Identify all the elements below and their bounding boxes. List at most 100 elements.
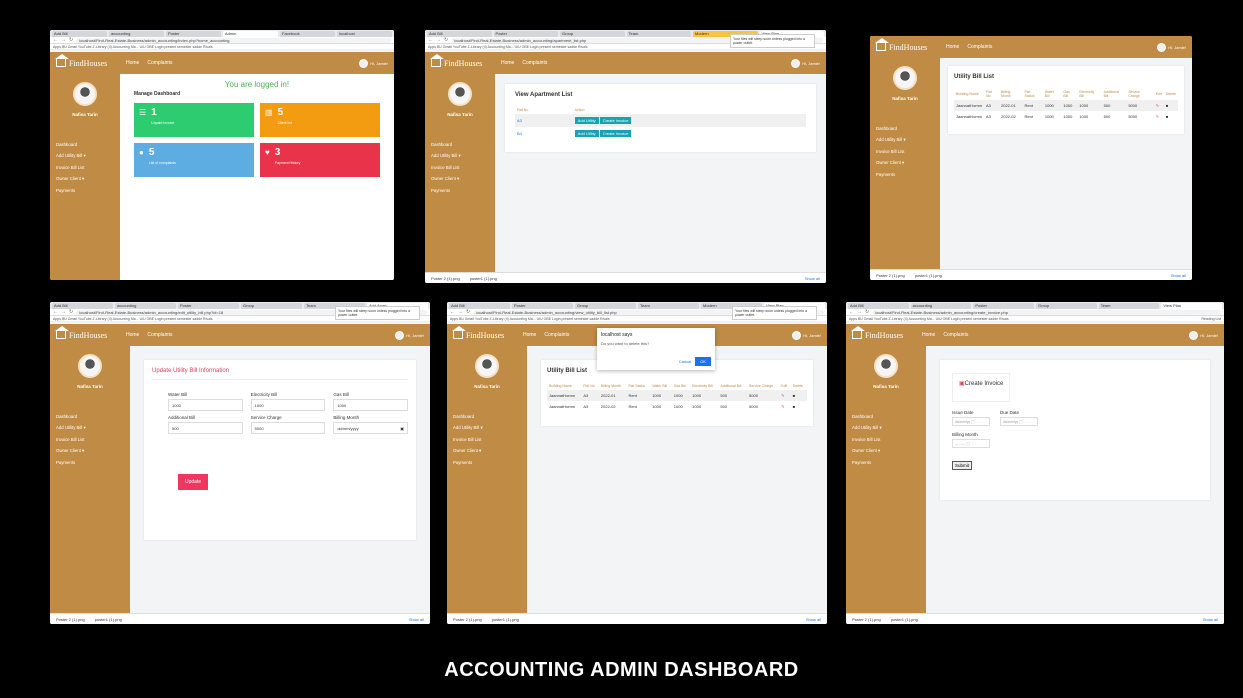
nav-complaints[interactable]: Complaints	[967, 44, 992, 50]
browser-tab[interactable]: Poster	[178, 303, 239, 309]
sidebar-item-add-utility[interactable]: Add Utility Bill ▾	[447, 422, 527, 434]
back-icon[interactable]: ←	[53, 309, 58, 315]
sidebar-item-invoice[interactable]: Invoice Bill List	[50, 162, 120, 173]
delete-icon[interactable]: ■	[790, 390, 807, 401]
browser-tab[interactable]: localhost	[337, 31, 392, 37]
reload-icon[interactable]: ↻	[865, 309, 869, 315]
additional-bill-input[interactable]: 500	[168, 422, 243, 434]
tile-unpaid-invoice[interactable]: ☰ 1 Unpaid Invoice	[134, 103, 254, 137]
browser-tab[interactable]: Poster	[493, 31, 558, 37]
brand[interactable]: FindHouses	[55, 326, 116, 340]
sidebar-item-payments[interactable]: Payments	[846, 457, 926, 468]
water-bill-input[interactable]: 1000	[168, 399, 243, 411]
edit-icon[interactable]: ✎	[779, 390, 791, 401]
sidebar-item-owner[interactable]: Owner Client ▾	[447, 445, 527, 457]
download-item[interactable]: poster1 (1).png	[891, 617, 918, 622]
browser-tab[interactable]: Group	[1036, 303, 1097, 309]
reload-icon[interactable]: ↻	[466, 309, 470, 315]
reload-icon[interactable]: ↻	[444, 37, 448, 43]
brand[interactable]: FindHouses	[452, 326, 513, 340]
sidebar-item-payments[interactable]: Payments	[50, 457, 130, 468]
nav-home[interactable]: Home	[946, 44, 959, 50]
sidebar-item-add-utility[interactable]: Add Utility Bill ▾	[870, 134, 940, 146]
create-invoice-button[interactable]: Create Invoice	[599, 130, 632, 137]
sidebar-item-invoice[interactable]: Invoice Bill List	[846, 434, 926, 445]
download-item[interactable]: poster1 (1).png	[915, 273, 942, 278]
bookmarks-bar[interactable]: Apps BU Gmail YouTube Z-Library (4) Acco…	[50, 44, 394, 50]
browser-tab[interactable]: Team	[626, 31, 691, 37]
sidebar-item-owner[interactable]: Owner Client ▾	[870, 157, 940, 169]
reading-list[interactable]: Reading List	[1202, 316, 1224, 321]
flat-no[interactable]: A3	[515, 114, 573, 127]
browser-tab[interactable]: Poster	[166, 31, 221, 37]
download-item[interactable]: Poster 2 (1).png	[876, 273, 905, 278]
browser-tab[interactable]: Admin	[223, 31, 278, 37]
ok-button[interactable]: OK	[695, 357, 711, 366]
back-icon[interactable]: ←	[53, 37, 58, 43]
nav-complaints[interactable]: Complaints	[522, 60, 547, 66]
add-utility-button[interactable]: Add Utility	[574, 117, 599, 124]
nav-complaints[interactable]: Complaints	[147, 332, 172, 338]
issue-date-input[interactable]: dd/mm/yy ▢	[952, 417, 990, 426]
forward-icon[interactable]: →	[61, 37, 66, 43]
show-all-link[interactable]: Show all	[1171, 273, 1186, 278]
back-icon[interactable]: ←	[849, 309, 854, 315]
brand[interactable]: FindHouses	[875, 38, 936, 52]
reload-icon[interactable]: ↻	[69, 37, 73, 43]
sidebar-item-owner[interactable]: Owner Client ▾	[50, 173, 120, 185]
add-utility-button[interactable]: Add Utility	[574, 130, 599, 137]
sidebar-item-invoice[interactable]: Invoice Bill List	[447, 434, 527, 445]
flat-no[interactable]: B4	[515, 127, 573, 140]
sidebar-item-owner[interactable]: Owner Client ▾	[846, 445, 926, 457]
brand[interactable]: FindHouses	[55, 54, 116, 68]
gas-bill-input[interactable]: 1000	[333, 399, 408, 411]
sidebar-item-add-utility[interactable]: Add Utility Bill ▾	[50, 150, 120, 162]
download-item[interactable]: Poster 2 (1).png	[852, 617, 881, 622]
browser-tab[interactable]: Poster	[973, 303, 1035, 309]
download-item[interactable]: Poster 2 (1).png	[431, 276, 460, 281]
delete-icon[interactable]: ■	[791, 401, 807, 412]
url-field[interactable]: localhost/Find-Real-Estate-Business/admi…	[76, 37, 391, 43]
browser-tab[interactable]: Group	[575, 303, 636, 309]
browser-tab[interactable]: Facebook	[280, 31, 335, 37]
create-invoice-button[interactable]: Create Invoice	[599, 117, 632, 124]
calendar-icon[interactable]: ▣	[400, 426, 404, 431]
address-bar[interactable]: ← → ↻ localhost/Find-Real-Estate-Business/a…	[50, 37, 394, 44]
edit-icon[interactable]: ✎	[1154, 111, 1164, 122]
due-date-input[interactable]: dd/mm/yy ▢	[1000, 417, 1038, 426]
download-item[interactable]: poster1 (1).png	[470, 276, 497, 281]
nav-home[interactable]: Home	[126, 60, 139, 66]
edit-icon[interactable]: ✎	[779, 401, 790, 412]
user-menu[interactable]: Hi, Jamie!	[395, 330, 424, 340]
sidebar-item-add-utility[interactable]: Add Utility Bill ▾	[50, 422, 130, 434]
forward-icon[interactable]: →	[436, 37, 441, 43]
update-button[interactable]: Update	[178, 474, 209, 490]
sidebar-item-dashboard[interactable]: Dashboard	[870, 123, 940, 134]
forward-icon[interactable]: →	[857, 309, 862, 315]
brand[interactable]: FindHouses	[851, 326, 912, 340]
tile-complaints[interactable]: ● 5 List of complaints	[134, 143, 254, 177]
nav-home[interactable]: Home	[922, 332, 935, 338]
tile-client-list[interactable]: ▥ 5 Client list	[260, 103, 380, 137]
edit-icon[interactable]: ✎	[1153, 100, 1164, 111]
back-icon[interactable]: ←	[450, 309, 455, 315]
delete-icon[interactable]: ■	[1164, 111, 1178, 122]
submit-button[interactable]: Submit	[952, 461, 973, 470]
show-all-link[interactable]: Show all	[409, 617, 424, 622]
sidebar-item-add-utility[interactable]: Add Utility Bill ▾	[425, 150, 495, 162]
sidebar-item-dashboard[interactable]: Dashboard	[447, 411, 527, 422]
download-item[interactable]: poster1 (1).png	[95, 617, 122, 622]
download-item[interactable]: Poster 2 (1).png	[453, 617, 482, 622]
address-bar[interactable]: ← → ↻ localhost/Find-Real-Estate-Business/a…	[846, 309, 1224, 316]
sidebar-item-add-utility[interactable]: Add Utility Bill ▾	[846, 422, 926, 434]
browser-tab[interactable]: accounting	[910, 303, 972, 309]
back-icon[interactable]: ←	[428, 37, 433, 43]
forward-icon[interactable]: →	[458, 309, 463, 315]
sidebar-item-dashboard[interactable]: Dashboard	[50, 411, 130, 422]
nav-complaints[interactable]: Complaints	[544, 332, 569, 338]
nav-home[interactable]: Home	[126, 332, 139, 338]
sidebar-item-dashboard[interactable]: Dashboard	[50, 139, 120, 150]
browser-tab[interactable]: accounting	[109, 31, 164, 37]
nav-complaints[interactable]: Complaints	[147, 60, 172, 66]
browser-tab[interactable]: Group	[560, 31, 625, 37]
